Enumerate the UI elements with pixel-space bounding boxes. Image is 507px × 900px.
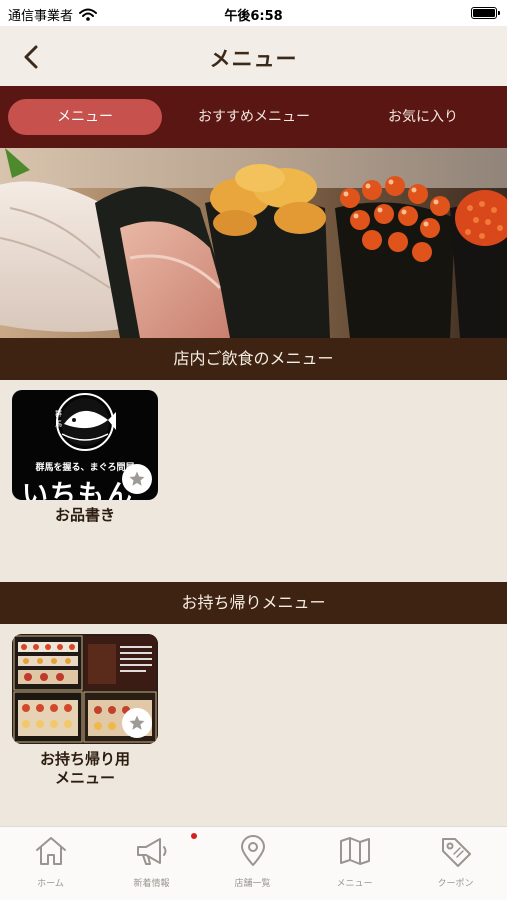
section-header-dine-in: 店内ご飲食のメニュー	[0, 338, 507, 380]
star-icon	[129, 715, 145, 730]
tab-label: クーポン	[437, 879, 474, 889]
star-icon	[129, 471, 145, 486]
tab-label: ホーム	[37, 879, 64, 889]
home-icon	[35, 837, 66, 865]
map-pin-icon	[240, 835, 265, 866]
menu-card-takeout[interactable]	[12, 634, 158, 744]
navigation-bar: メニュー	[0, 26, 507, 86]
menu-card-oshinagaki[interactable]: 群 馬 群馬を握る、まぐろ問屋 いちもん	[12, 390, 158, 500]
card-logo-text: いちもん	[22, 480, 135, 500]
menu-card-title-line2: メニュー	[54, 769, 115, 787]
hero-sushi-image	[0, 148, 507, 338]
tab-stores[interactable]: 店舗一覧	[202, 835, 303, 897]
svg-text:馬: 馬	[55, 420, 62, 428]
tab-menu-bottom[interactable]: メニュー	[304, 835, 405, 897]
status-time: 午後6:58	[224, 9, 283, 24]
megaphone-icon	[136, 838, 166, 865]
menu-card-title-line1: お持ち帰り用	[39, 750, 130, 768]
tab-favorites[interactable]: お気に入り	[346, 99, 500, 135]
battery-icon	[471, 7, 500, 19]
map-icon	[339, 837, 370, 865]
tab-label: メニュー	[336, 879, 373, 889]
tab-coupon[interactable]: クーポン	[405, 835, 506, 897]
tab-news[interactable]: 新着情報	[101, 833, 202, 897]
status-bar: 通信事業者 午後6:58	[0, 0, 507, 26]
svg-text:群: 群	[55, 409, 62, 418]
tab-home[interactable]: ホーム	[0, 835, 101, 897]
favorite-button[interactable]	[122, 464, 152, 494]
page-title: メニュー	[209, 47, 298, 71]
bottom-tab-bar: ホーム 新着情報 店舗一覧 メニュー クーポン	[0, 826, 507, 900]
notification-badge	[191, 833, 197, 839]
menu-card-title: お持ち帰り用 メニュー	[6, 750, 164, 788]
favorite-button[interactable]	[122, 708, 152, 738]
tab-menu[interactable]: メニュー	[8, 99, 162, 135]
tab-label: 新着情報	[133, 879, 170, 889]
tab-recommended-menu[interactable]: おすすめメニュー	[172, 99, 336, 135]
menu-card-title: お品書き	[54, 506, 115, 524]
tab-label: 店舗一覧	[234, 879, 271, 889]
section-header-takeout: お持ち帰りメニュー	[0, 582, 507, 624]
segment-tab-bar: メニュー おすすめメニュー お気に入り	[0, 86, 507, 148]
coupon-tag-icon	[441, 838, 471, 867]
